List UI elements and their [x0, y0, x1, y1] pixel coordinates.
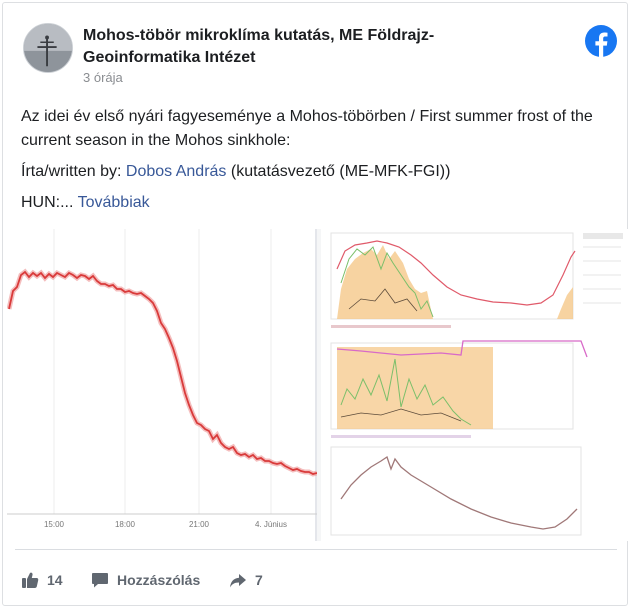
share-count: 7	[255, 572, 263, 588]
hun-prefix: HUN:...	[21, 194, 78, 211]
comment-label: Hozzászólás	[117, 572, 201, 588]
post-timestamp[interactable]: 3 órája	[83, 70, 123, 85]
x-tick-label: 21:00	[189, 520, 210, 529]
post-hun-line: HUN:... Továbbiak	[21, 191, 611, 215]
like-count: 14	[47, 572, 63, 588]
multi-panel-chart-image[interactable]	[321, 229, 629, 541]
facebook-logo-icon[interactable]	[585, 25, 617, 57]
share-button[interactable]: 7	[229, 569, 263, 591]
author-link[interactable]: Dobos András	[126, 163, 227, 180]
author-role: (kutatásvezető (ME-MFK-FGI))	[226, 163, 451, 180]
page-name-link[interactable]: Mohos-töbör mikroklíma kutatás, ME Földr…	[83, 25, 513, 69]
written-by-label: Írta/written by:	[21, 163, 126, 180]
facebook-post-card: Mohos-töbör mikroklíma kutatás, ME Földr…	[2, 2, 629, 606]
share-arrow-icon	[230, 574, 246, 588]
thumbs-up-icon	[22, 572, 39, 588]
post-author-line: Írta/written by: Dobos András (kutatásve…	[21, 160, 611, 184]
post-text-intro: Az idei év első nyári fagyeseménye a Moh…	[21, 108, 593, 149]
post-action-bar: 14 Hozzászólás 7	[21, 565, 611, 595]
x-tick-label: 18:00	[115, 520, 136, 529]
page-avatar[interactable]	[23, 23, 73, 73]
comment-icon	[92, 573, 108, 588]
footer-divider	[15, 549, 617, 550]
x-tick-label: 4. Június	[255, 520, 287, 529]
x-tick-label: 15:00	[44, 520, 65, 529]
post-media: 15:00 18:00 21:00 4. Június	[7, 229, 629, 541]
comment-button[interactable]: Hozzászólás	[91, 569, 200, 591]
like-button[interactable]: 14	[21, 569, 63, 591]
post-body: Az idei év első nyári fagyeseménye a Moh…	[21, 105, 611, 222]
see-more-link[interactable]: Továbbiak	[78, 194, 150, 211]
temperature-chart-image[interactable]: 15:00 18:00 21:00 4. Június	[7, 229, 317, 541]
post-header: Mohos-töbör mikroklíma kutatás, ME Földr…	[19, 17, 619, 87]
